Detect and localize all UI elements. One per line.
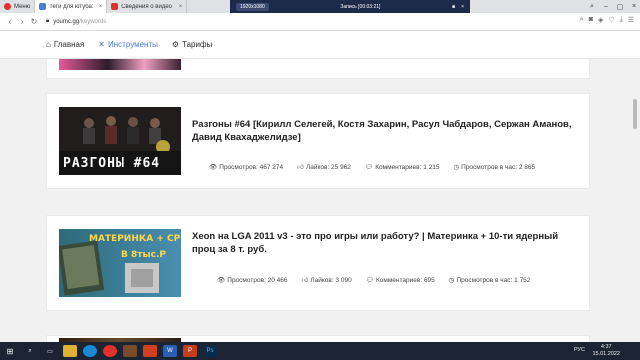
home-icon: ⌂	[46, 40, 51, 49]
clock-time: 4:37	[600, 344, 612, 350]
word-icon[interactable]: W	[163, 345, 177, 357]
shield-icon[interactable]: ◈	[598, 16, 603, 24]
forward-icon[interactable]: ›	[16, 17, 28, 26]
video-card-previous	[46, 59, 590, 79]
clock-date: 15.01.2022	[592, 351, 620, 357]
task-view-icon[interactable]: ▭	[43, 345, 57, 357]
video-card: МАТЕРИНКА + CPU В 8тыс.Р Xeon на LGA 201…	[46, 215, 590, 311]
minimize-icon[interactable]: –	[600, 3, 612, 10]
site-favicon-icon	[39, 3, 47, 10]
powerpoint-icon[interactable]: P	[183, 345, 197, 357]
comment-icon: 💬︎	[364, 164, 374, 171]
close-icon[interactable]: ×	[461, 4, 464, 10]
search-icon[interactable]: ⌕	[586, 3, 598, 11]
video-thumbnail[interactable]: МАТЕРИНКА + CPU В 8тыс.Р	[59, 229, 181, 297]
windows-start-icon[interactable]: ⊞	[3, 345, 17, 357]
url-host: youmc.gg	[53, 18, 80, 25]
tab-youtube-studio[interactable]: Сведения о видео - YouT... ×	[107, 0, 188, 13]
tab-label: Сведения о видео - YouT...	[121, 3, 173, 10]
system-clock[interactable]: 4:37 15.01.2022	[592, 344, 620, 358]
extensions-icon[interactable]: ☰	[628, 16, 634, 24]
nav-home[interactable]: ⌂ Главная	[46, 40, 84, 49]
video-stats: 👁︎ Просмотров: 20 466 👍︎ Лайков: 3 090 💬︎ К…	[217, 276, 531, 285]
scrollbar-thumb[interactable]	[633, 99, 637, 129]
settings-icon: ⚙	[171, 40, 180, 49]
video-thumbnail[interactable]: РАЗГОНЫ #64	[59, 107, 181, 175]
windows-taskbar: ⊞ ⌕ ▭ W P Ps РУС 4:37 15.01.2022	[0, 342, 640, 360]
app-icon[interactable]	[123, 345, 137, 357]
close-icon[interactable]: ×	[179, 4, 183, 10]
nav-tools-label: Инструменты	[108, 40, 158, 49]
recorder-resolution: 1920x1080	[236, 2, 269, 11]
views-per-hour-stat: ◷ Просмотров в час: 2 865	[453, 163, 536, 172]
screen-recorder-bar: 1920x1080 Запись [00:03:21] ■ ×	[230, 0, 470, 13]
video-stats: 👁︎ Просмотров: 467 274 👍︎ Лайков: 25 962 💬…	[209, 163, 536, 172]
search-icon[interactable]: ⌕	[23, 345, 37, 357]
file-explorer-icon[interactable]	[63, 345, 77, 357]
photoshop-icon[interactable]: Ps	[203, 345, 217, 357]
scrollbar[interactable]	[632, 59, 638, 342]
tab-label: Меню	[14, 3, 31, 10]
back-icon[interactable]: ‹	[4, 17, 16, 26]
language-indicator[interactable]: РУС	[574, 347, 585, 353]
download-icon[interactable]: ⤓	[620, 16, 623, 24]
camera-icon[interactable]: ◙	[589, 16, 593, 24]
tab-label: Теги для ютуба: онлайн г...	[49, 3, 94, 10]
video-card-next	[46, 335, 590, 342]
video-thumbnail[interactable]	[59, 59, 181, 70]
search-icon[interactable]: ⌕	[580, 16, 584, 24]
maximize-icon[interactable]: ▢	[614, 3, 626, 11]
video-title[interactable]: Разгоны #64 [Кирилл Селегей, Костя Захар…	[192, 118, 577, 144]
youtube-icon	[111, 3, 119, 10]
app-icon[interactable]	[143, 345, 157, 357]
recorder-status: Запись [00:03:21]	[340, 3, 381, 10]
video-card: РАЗГОНЫ #64 Разгоны #64 [Кирилл Селегей,…	[46, 93, 590, 189]
stop-icon[interactable]: ■	[452, 4, 455, 10]
tab-youtube-tags[interactable]: Теги для ютуба: онлайн г... ×	[35, 0, 108, 13]
tab-menu[interactable]: Меню	[0, 0, 36, 13]
lock-icon: 🔒︎	[46, 18, 50, 24]
views-stat: 👁︎ Просмотров: 467 274	[209, 163, 284, 172]
views-stat: 👁︎ Просмотров: 20 466	[217, 276, 288, 285]
thumbnail-subtext: В 8тыс.Р	[121, 250, 166, 260]
close-window-icon[interactable]: ×	[628, 3, 640, 10]
url-path: /keywords	[79, 18, 107, 25]
opera-icon[interactable]	[103, 345, 117, 357]
nav-pricing[interactable]: ⚙ Тарифы	[172, 40, 212, 49]
thumbnail-text: МАТЕРИНКА + CPU	[89, 234, 181, 244]
views-per-hour-stat: ◷ Просмотров в час: 1 752	[448, 276, 531, 285]
edge-icon[interactable]	[83, 345, 97, 357]
reload-icon[interactable]: ↻	[28, 17, 40, 26]
thumbs-up-icon: 👍︎	[301, 277, 309, 284]
clock-icon: ◷	[453, 164, 460, 171]
thumbs-up-icon: 👍︎	[297, 164, 304, 171]
likes-stat: 👍︎ Лайков: 3 090	[301, 276, 352, 285]
eye-icon: 👁︎	[209, 164, 218, 171]
heart-icon[interactable]: ♡	[608, 16, 614, 24]
url-field[interactable]: 🔒︎ youmc.gg/keywords	[46, 18, 106, 25]
comments-stat: 💬︎ Комментариев: 1 215	[364, 163, 440, 172]
tools-icon: ✕	[98, 40, 105, 49]
nav-pricing-label: Тарифы	[182, 40, 213, 49]
likes-stat: 👍︎ Лайков: 25 962	[297, 163, 351, 172]
address-bar: ‹ › ↻ 🔒︎ youmc.gg/keywords ⌕ ◙ ◈ ♡ ⤓ ☰	[0, 13, 640, 31]
nav-tools[interactable]: ✕ Инструменты	[98, 40, 158, 49]
comment-icon: 💬︎	[365, 277, 374, 284]
close-icon[interactable]: ×	[99, 4, 103, 10]
comments-stat: 💬︎ Комментариев: 695	[365, 276, 435, 285]
results-list: РАЗГОНЫ #64 Разгоны #64 [Кирилл Селегей,…	[0, 59, 640, 342]
video-title[interactable]: Xeon на LGA 2011 v3 - это про игры или р…	[192, 230, 577, 256]
thumbnail-text: РАЗГОНЫ #64	[63, 156, 160, 171]
clock-icon: ◷	[448, 277, 455, 284]
window-controls: ⌕ – ▢ ×	[586, 0, 640, 13]
nav-home-label: Главная	[53, 40, 85, 49]
site-nav: ⌂ Главная ✕ Инструменты ⚙ Тарифы	[0, 31, 640, 59]
eye-icon: 👁︎	[217, 277, 226, 284]
toolbar-icons: ⌕ ◙ ◈ ♡ ⤓ ☰	[580, 16, 634, 24]
opera-icon	[4, 3, 11, 10]
